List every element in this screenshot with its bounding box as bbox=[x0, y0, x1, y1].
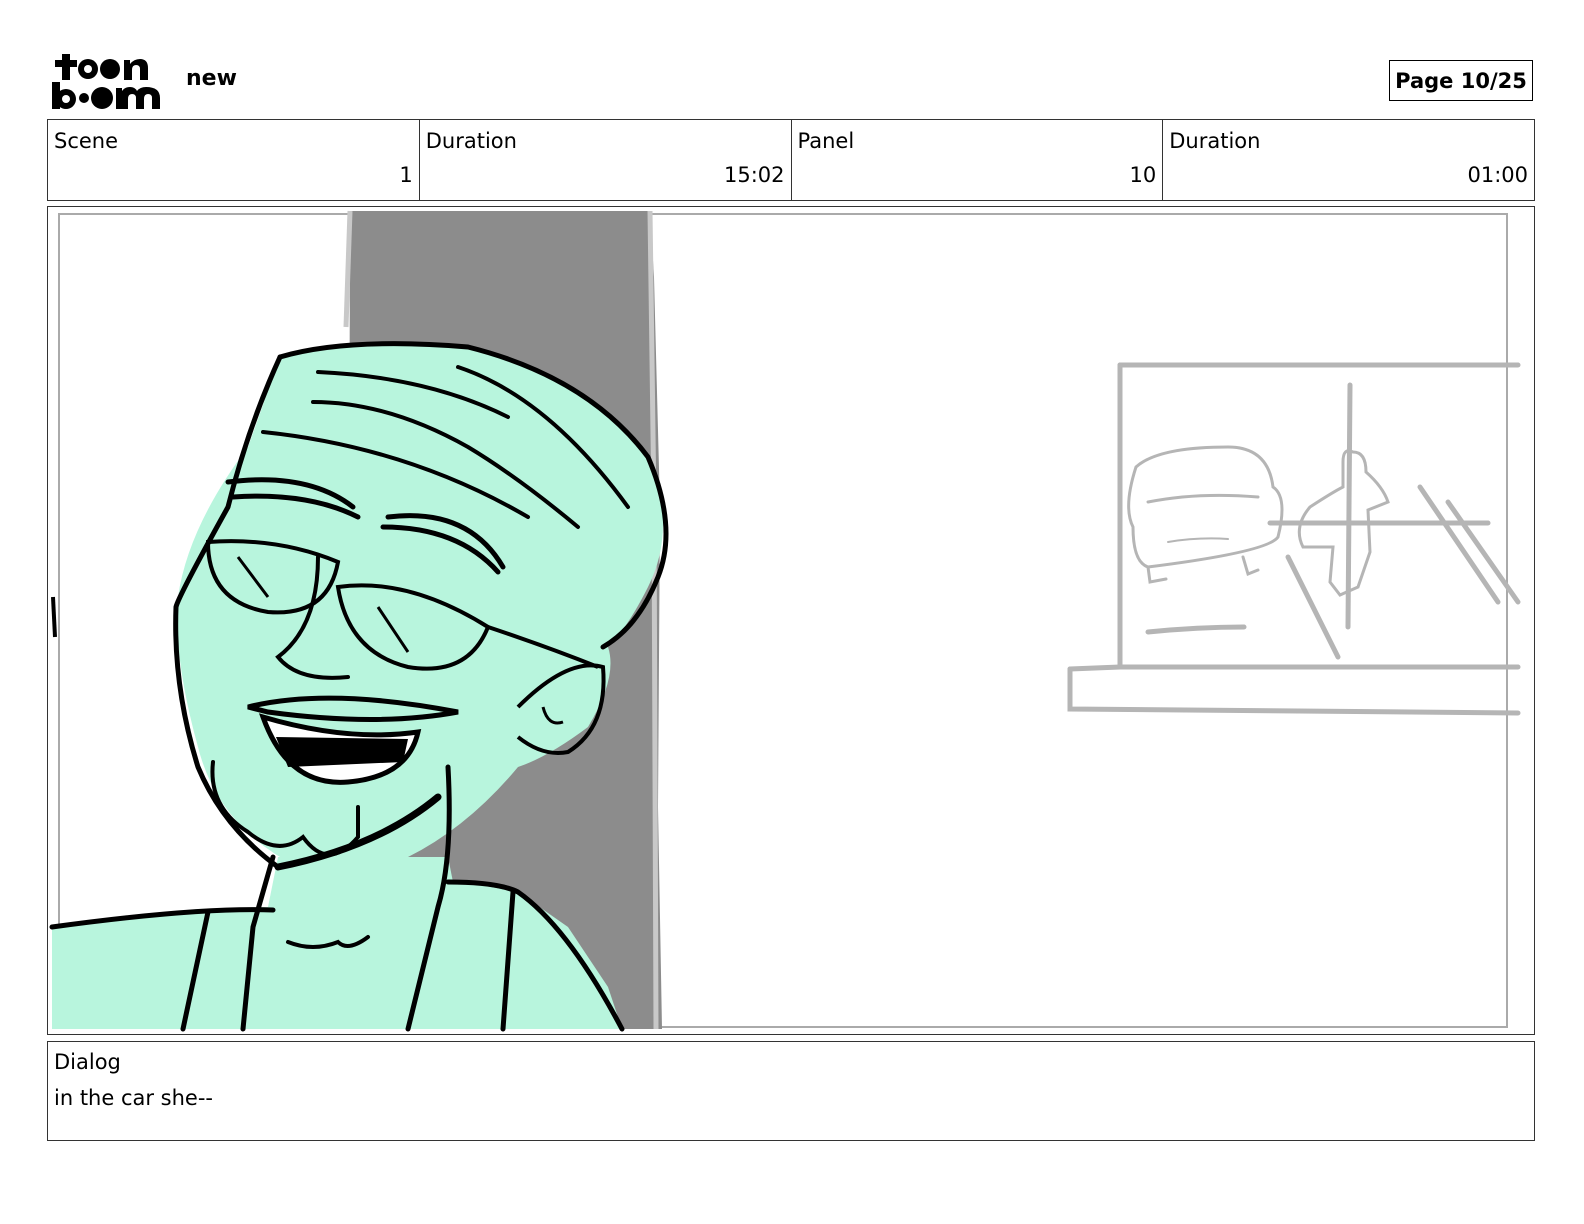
panel-duration-value: 01:00 bbox=[1467, 163, 1528, 187]
panel-info-row: Scene 1 Duration 15:02 Panel 10 Duration… bbox=[47, 119, 1535, 201]
toonboom-logo bbox=[52, 52, 162, 110]
scene-duration-value: 15:02 bbox=[723, 163, 785, 187]
dialog-label: Dialog bbox=[54, 1050, 121, 1074]
panel-duration-cell: Duration 01:00 bbox=[1162, 120, 1534, 200]
storyboard-sketch-image bbox=[49, 210, 1521, 1032]
scene-value: 1 bbox=[399, 163, 413, 187]
project-title: new bbox=[186, 66, 237, 91]
dialog-text: in the car she-- bbox=[54, 1086, 214, 1110]
page-indicator: Page 10/25 bbox=[1389, 60, 1533, 101]
panel-duration-label: Duration bbox=[1169, 129, 1261, 153]
dialog-box: Dialog in the car she-- bbox=[47, 1041, 1535, 1141]
scene-cell: Scene 1 bbox=[48, 120, 419, 200]
scene-duration-cell: Duration 15:02 bbox=[418, 120, 791, 200]
panel-cell: Panel 10 bbox=[790, 120, 1163, 200]
scene-label: Scene bbox=[54, 129, 119, 153]
panel-label: Panel bbox=[797, 129, 855, 153]
scene-duration-label: Duration bbox=[425, 129, 517, 153]
panel-value: 10 bbox=[1129, 163, 1157, 187]
storyboard-panel bbox=[47, 206, 1535, 1035]
